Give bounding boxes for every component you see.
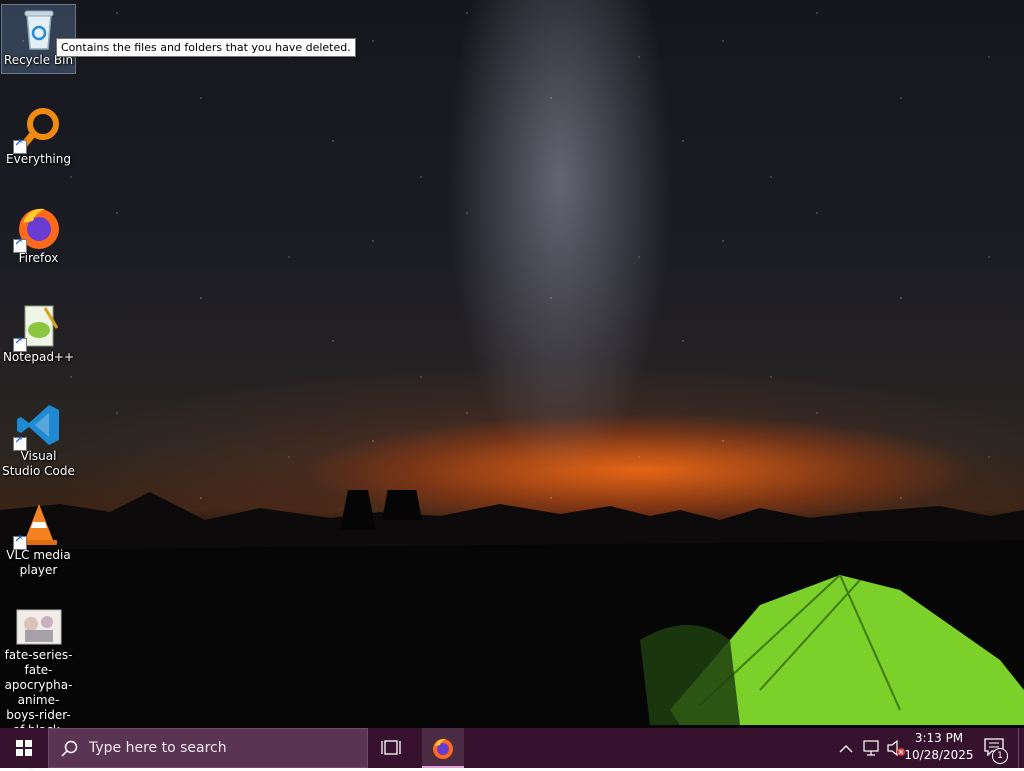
notification-center-button[interactable]: 1 <box>978 728 1014 768</box>
desktop-icon-label: Everything <box>6 152 71 166</box>
clock-time: 3:13 PM <box>914 731 964 745</box>
desktop-icon-notepadpp[interactable]: Notepad++ <box>2 302 75 365</box>
desktop-icon-firefox[interactable]: Firefox <box>2 203 75 266</box>
firefox-icon <box>12 203 63 253</box>
taskbar-firefox-button[interactable] <box>422 728 464 768</box>
desktop-wallpaper <box>0 0 1024 728</box>
desktop-icon-everything[interactable]: Everything <box>2 104 75 167</box>
vlc-icon <box>12 500 63 550</box>
desktop-icon-vlc[interactable]: VLC media player <box>2 500 75 578</box>
vscode-icon <box>12 401 63 451</box>
desktop-icon-label: Firefox <box>18 251 59 265</box>
recycle-bin-tooltip: Contains the files and folders that you … <box>56 38 356 57</box>
clock-date: 10/28/2025 <box>904 748 974 762</box>
firefox-icon <box>433 738 453 759</box>
chevron-up-icon[interactable] <box>838 738 854 758</box>
network-icon[interactable] <box>862 738 882 758</box>
taskbar: Type here to search 3:13 PM 10/28/2025 1 <box>0 728 1024 768</box>
shortcut-arrow-icon <box>12 534 27 550</box>
notification-badge: 1 <box>992 748 1008 764</box>
clock[interactable]: 3:13 PM 10/28/2025 <box>904 730 974 764</box>
shortcut-arrow-icon <box>12 435 27 451</box>
everything-search-icon <box>12 104 63 154</box>
start-button[interactable] <box>0 728 48 768</box>
notepadpp-icon <box>12 302 63 352</box>
desktop-icon-label: Notepad++ <box>2 350 75 364</box>
shortcut-arrow-icon <box>12 336 27 352</box>
starfield <box>0 0 1024 520</box>
windows-logo-icon <box>16 740 32 756</box>
task-view-button[interactable] <box>370 728 414 768</box>
search-placeholder: Type here to search <box>89 740 227 756</box>
shortcut-arrow-icon <box>12 237 27 253</box>
mountain-silhouette <box>0 490 1024 728</box>
search-box[interactable]: Type here to search <box>48 728 368 768</box>
shortcut-arrow-icon <box>12 138 27 154</box>
search-icon <box>61 740 78 757</box>
volume-muted-icon[interactable] <box>886 738 906 758</box>
desktop-icon-label: Visual Studio Code <box>2 449 75 478</box>
desktop-icon-label: VLC media player <box>6 548 71 577</box>
show-desktop-button[interactable] <box>1018 728 1024 768</box>
desktop-icon-vscode[interactable]: Visual Studio Code <box>2 401 75 479</box>
image-thumbnail-icon <box>15 608 63 648</box>
task-view-icon <box>381 740 401 755</box>
